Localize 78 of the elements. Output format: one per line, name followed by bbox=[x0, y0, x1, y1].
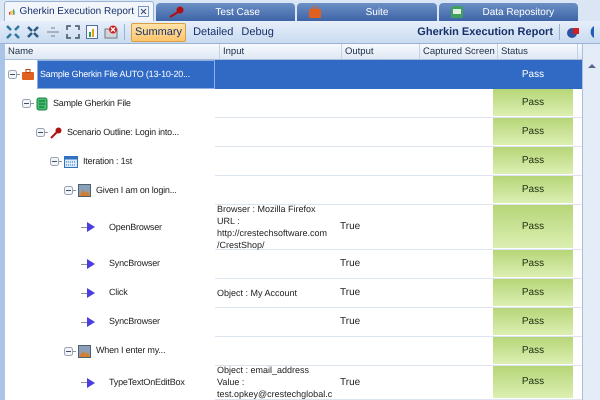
tab[interactable]: Gherkin Execution Report bbox=[4, 1, 154, 21]
key-icon bbox=[50, 126, 62, 138]
row-name[interactable]: Iteration : 1st bbox=[81, 154, 134, 168]
input-text: test.opkey@crestechglobal.c bbox=[217, 388, 332, 400]
status-cell: Pass bbox=[493, 118, 573, 146]
play-arrow-icon bbox=[87, 222, 95, 232]
status-cell: Pass bbox=[493, 336, 573, 365]
column-header[interactable]: Captured Screen bbox=[420, 44, 498, 59]
collapse-icon[interactable] bbox=[64, 186, 73, 195]
column-header[interactable]: Status bbox=[498, 44, 578, 59]
calendar-icon bbox=[64, 156, 78, 168]
play-arrow-icon bbox=[87, 259, 95, 270]
status-cell-text: Pass bbox=[520, 68, 546, 82]
input-text: http://crestechsoftware.com bbox=[217, 226, 328, 239]
input-text: Value : bbox=[217, 376, 244, 388]
collapse-icon[interactable] bbox=[36, 128, 45, 137]
scroll-up-icon[interactable] bbox=[586, 61, 596, 71]
input-text: /CrestShop/ bbox=[217, 238, 265, 251]
report-title: Gherkin Execution Report bbox=[417, 24, 553, 40]
picture-icon bbox=[78, 184, 91, 197]
row-name[interactable]: When I enter my... bbox=[94, 344, 168, 358]
input-text: Browser : Mozilla Firefox bbox=[217, 202, 316, 215]
status-cell: Pass bbox=[493, 147, 573, 175]
input-text: URL : bbox=[217, 214, 240, 227]
scroll-icon bbox=[36, 96, 48, 110]
output-text: True bbox=[340, 315, 360, 330]
output-text: True bbox=[340, 257, 360, 272]
column-header[interactable]: Output bbox=[342, 44, 420, 59]
picture-icon bbox=[78, 344, 91, 358]
play-arrow-icon bbox=[87, 378, 95, 388]
briefcase-icon bbox=[309, 6, 322, 18]
row-name[interactable]: SyncBrowser bbox=[107, 315, 162, 329]
status-cell: Pass bbox=[493, 89, 573, 117]
row-name[interactable]: Sample Gherkin File AUTO (13-10-20... bbox=[37, 60, 215, 89]
tab[interactable]: Suite bbox=[297, 3, 437, 21]
center-icon[interactable] bbox=[46, 25, 60, 39]
expand-all-icon[interactable] bbox=[6, 25, 20, 39]
view-button[interactable]: Summary bbox=[131, 22, 186, 42]
key-icon bbox=[168, 6, 184, 18]
column-header[interactable]: Name bbox=[5, 44, 220, 59]
output-text: True bbox=[340, 376, 360, 390]
status-cell: Pass bbox=[493, 205, 573, 249]
row-name[interactable]: SyncBrowser bbox=[107, 257, 162, 271]
report-icon[interactable] bbox=[86, 25, 98, 39]
briefcase-icon bbox=[22, 69, 34, 80]
row-name[interactable]: Sample Gherkin File bbox=[51, 96, 133, 110]
view-button[interactable]: Detailed bbox=[192, 22, 234, 42]
view-button[interactable]: Debug bbox=[240, 22, 275, 42]
document-icon bbox=[450, 6, 463, 18]
status-cell: Pass bbox=[493, 278, 573, 307]
collapse-icon[interactable] bbox=[50, 157, 59, 166]
output-text: True bbox=[340, 286, 360, 300]
scrollbar[interactable] bbox=[582, 44, 600, 400]
row-name[interactable]: Scenario Outline: Login into... bbox=[65, 126, 181, 140]
tab[interactable]: Data Repository bbox=[438, 3, 578, 21]
row-name[interactable]: Click bbox=[107, 286, 130, 300]
play-arrow-icon bbox=[87, 288, 95, 298]
fullscreen-icon[interactable] bbox=[66, 25, 80, 39]
collapse-icon[interactable] bbox=[64, 346, 73, 356]
export-icon[interactable] bbox=[566, 25, 580, 39]
tab[interactable]: Test Case bbox=[156, 3, 296, 21]
status-cell: Pass bbox=[493, 366, 573, 399]
row-name[interactable]: TypeTextOnEditBox bbox=[107, 376, 187, 390]
output-text: True bbox=[340, 220, 360, 234]
input-text: Object : email_address bbox=[217, 364, 310, 376]
close-icon[interactable] bbox=[138, 6, 149, 17]
play-arrow-icon bbox=[87, 317, 95, 328]
column-header[interactable]: Input bbox=[220, 44, 342, 59]
row-name[interactable]: OpenBrowser bbox=[107, 220, 164, 234]
delete-log-icon[interactable] bbox=[104, 25, 118, 39]
status-cell: Pass bbox=[493, 250, 573, 278]
collapse-all-icon[interactable] bbox=[26, 25, 40, 39]
status-cell: Pass bbox=[493, 308, 573, 336]
input-text: Object : My Account bbox=[217, 286, 298, 299]
row-name[interactable]: Given I am on login... bbox=[94, 184, 179, 198]
collapse-icon[interactable] bbox=[22, 99, 31, 108]
collapse-icon[interactable] bbox=[8, 70, 17, 79]
status-cell: Pass bbox=[493, 176, 573, 204]
